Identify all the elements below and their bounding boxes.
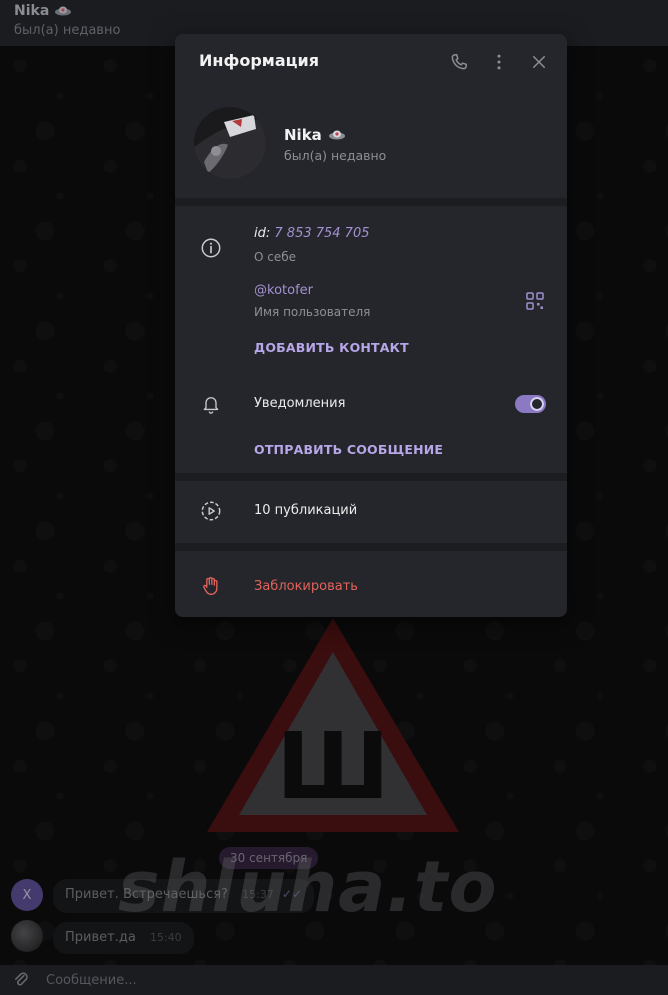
profile-name: Nika: [284, 126, 322, 144]
more-button[interactable]: [487, 50, 511, 74]
bell-icon: [199, 392, 223, 416]
profile-avatar[interactable]: [194, 107, 266, 179]
close-button[interactable]: [527, 50, 551, 74]
toggle-knob: [530, 397, 544, 411]
about-label: О себе: [254, 250, 297, 264]
info-dialog: Информация Nika был(а) недавно id: 7 853…: [175, 34, 567, 617]
qr-code-button[interactable]: [526, 292, 544, 310]
ufo-emoji-icon: [328, 130, 345, 140]
stories-icon: [199, 499, 223, 523]
chat-title-row: Nika: [14, 3, 654, 19]
username-link[interactable]: @kotofer: [254, 283, 313, 298]
ufo-emoji-icon: [55, 6, 72, 16]
more-vertical-icon: [497, 54, 501, 70]
posts-count: 10 публикаций: [254, 503, 358, 518]
block-user-button: Заблокировать: [254, 579, 358, 594]
add-contact-button[interactable]: ДОБАВИТЬ КОНТАКТ: [254, 340, 409, 355]
profile-section: Nika был(а) недавно: [175, 90, 567, 198]
phone-icon: [451, 54, 467, 70]
divider: [175, 543, 567, 551]
attach-icon[interactable]: [12, 971, 30, 989]
composer-placeholder: Сообщение...: [46, 972, 137, 988]
user-id-row[interactable]: id: 7 853 754 705: [254, 226, 370, 241]
profile-name-row: Nika: [284, 126, 346, 144]
profile-status: был(а) недавно: [284, 148, 387, 163]
dialog-title: Информация: [199, 51, 319, 70]
hand-block-icon: [199, 574, 223, 598]
username-label: Имя пользователя: [254, 305, 371, 319]
posts-row[interactable]: 10 публикаций: [175, 481, 567, 543]
avatar-photo: [194, 107, 266, 179]
message-composer[interactable]: Сообщение...: [0, 965, 668, 995]
divider: [175, 198, 567, 206]
user-id-value: 7 853 754 705: [274, 226, 370, 241]
divider: [175, 473, 567, 481]
dialog-header: Информация: [175, 34, 567, 90]
block-row[interactable]: Заблокировать: [175, 551, 567, 617]
info-section: id: 7 853 754 705 О себе @kotofer Имя по…: [175, 206, 567, 473]
info-icon: [199, 236, 223, 260]
notifications-toggle[interactable]: [515, 395, 546, 413]
qr-code-icon: [526, 292, 544, 310]
send-message-button[interactable]: ОТПРАВИТЬ СООБЩЕНИЕ: [254, 442, 443, 457]
call-button[interactable]: [447, 50, 471, 74]
notifications-label: Уведомления: [254, 396, 346, 411]
close-icon: [533, 56, 545, 68]
chat-title: Nika: [14, 3, 50, 19]
user-id-label: id:: [254, 226, 271, 241]
